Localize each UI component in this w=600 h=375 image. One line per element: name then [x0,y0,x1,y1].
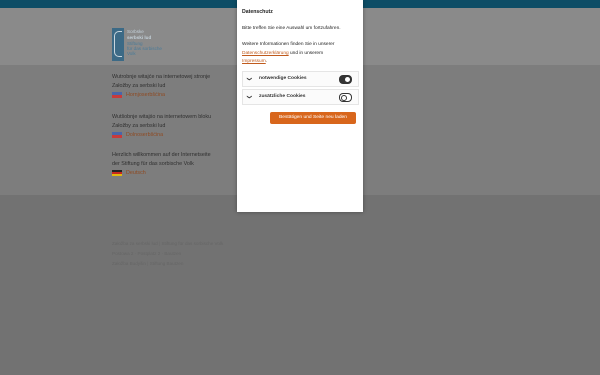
info-prefix: Weitere Informationen finden Sie in unse… [242,42,335,47]
privacy-policy-link[interactable]: Datenschutzerklärung [242,51,289,56]
chevron-down-icon[interactable]: ❯ [246,95,252,99]
modal-overlay: Datenschutz Bitte treffen Sie eine Auswa… [0,0,600,375]
chevron-down-icon[interactable]: ❯ [246,77,252,81]
cookie-category-label: zusätzliche Cookies [259,94,306,99]
info-middle: und in unserem [290,50,324,56]
confirm-reload-button[interactable]: Bestätigen und Seite neu laden [270,112,356,124]
info-suffix: . [265,59,268,64]
cookie-consent-dialog: Datenschutz Bitte treffen Sie eine Auswa… [237,0,363,212]
additional-cookies-toggle[interactable] [339,93,352,102]
cookie-category-necessary[interactable]: ❯ notwendige Cookies [242,71,359,87]
cookie-category-label: notwendige Cookies [259,76,307,81]
dialog-info-text: Weitere Informationen finden Sie in unse… [242,41,360,67]
imprint-link[interactable]: Impressum [242,59,266,64]
cookie-category-additional[interactable]: ❯ zusätzliche Cookies [242,89,359,105]
dialog-title: Datenschutz [242,9,273,15]
necessary-cookies-toggle[interactable] [339,75,352,84]
dialog-intro: Bitte treffen Sie eine Auswahl um fortzu… [242,26,341,31]
